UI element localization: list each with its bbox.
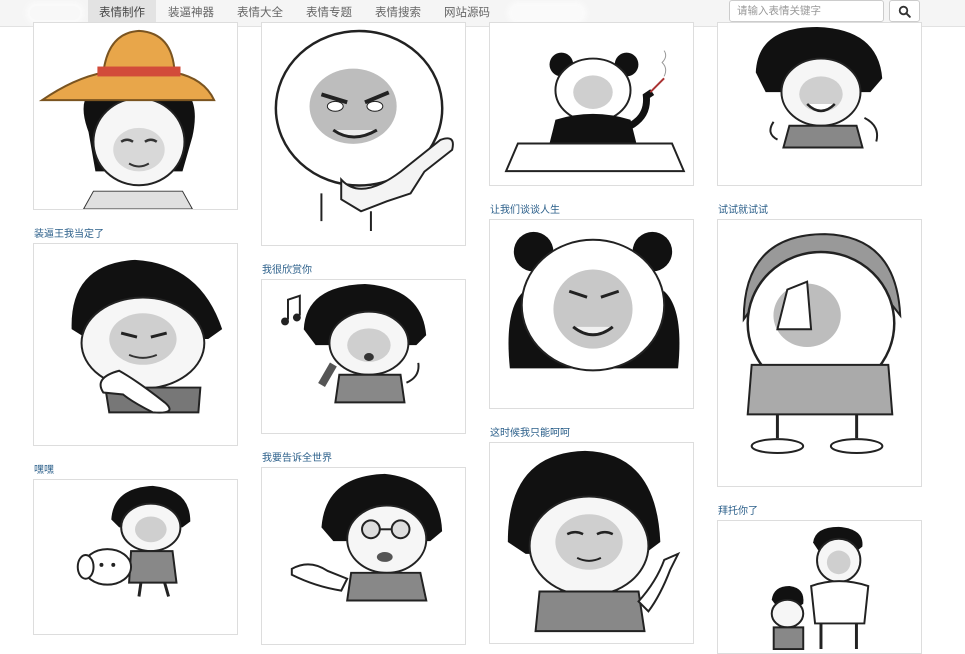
meme-card-panda-smoking[interactable] (489, 22, 694, 186)
search-button[interactable] (889, 0, 920, 22)
meme-image-praying (742, 233, 902, 455)
meme-image-pointing (274, 29, 454, 232)
meme-card-crying[interactable] (717, 22, 922, 186)
meme-caption[interactable]: 嘿嘿 (34, 465, 54, 477)
blurred-link[interactable] (512, 6, 582, 20)
meme-image-bowl-cut-smug (71, 259, 223, 414)
meme-card-with-dog[interactable] (33, 479, 238, 635)
meme-image-with-dog (76, 485, 191, 597)
meme-card-singing[interactable] (261, 279, 466, 434)
meme-card-heh[interactable] (489, 442, 694, 644)
meme-image-panda-talk (508, 231, 680, 372)
meme-card-straw-hat[interactable] (33, 22, 238, 210)
site-logo[interactable] (30, 6, 80, 20)
meme-card-panda-talk[interactable] (489, 219, 694, 409)
meme-image-please (770, 526, 870, 651)
search-input[interactable] (729, 0, 884, 22)
meme-image-singing (281, 283, 427, 404)
meme-image-crying (755, 26, 883, 149)
meme-caption[interactable]: 让我们谈谈人生 (490, 205, 560, 217)
meme-image-straw-hat (38, 29, 216, 209)
meme-caption[interactable]: 这时候我只能呵呵 (490, 428, 570, 440)
meme-caption[interactable]: 我很欣赏你 (262, 265, 312, 277)
meme-image-panda-smoking (504, 50, 686, 173)
meme-image-heh (507, 450, 681, 633)
meme-image-glasses (290, 473, 443, 602)
meme-card-praying[interactable] (717, 219, 922, 487)
meme-card-pointing[interactable] (261, 22, 466, 246)
meme-caption[interactable]: 装逼王我当定了 (34, 229, 104, 241)
meme-card-glasses[interactable] (261, 467, 466, 645)
search-icon (898, 5, 911, 18)
meme-card-bowl-cut-smug[interactable] (33, 243, 238, 446)
meme-caption[interactable]: 我要告诉全世界 (262, 453, 332, 465)
meme-card-please[interactable] (717, 520, 922, 654)
meme-caption[interactable]: 试试就试试 (718, 205, 768, 217)
meme-caption[interactable]: 拜托你了 (718, 506, 758, 518)
